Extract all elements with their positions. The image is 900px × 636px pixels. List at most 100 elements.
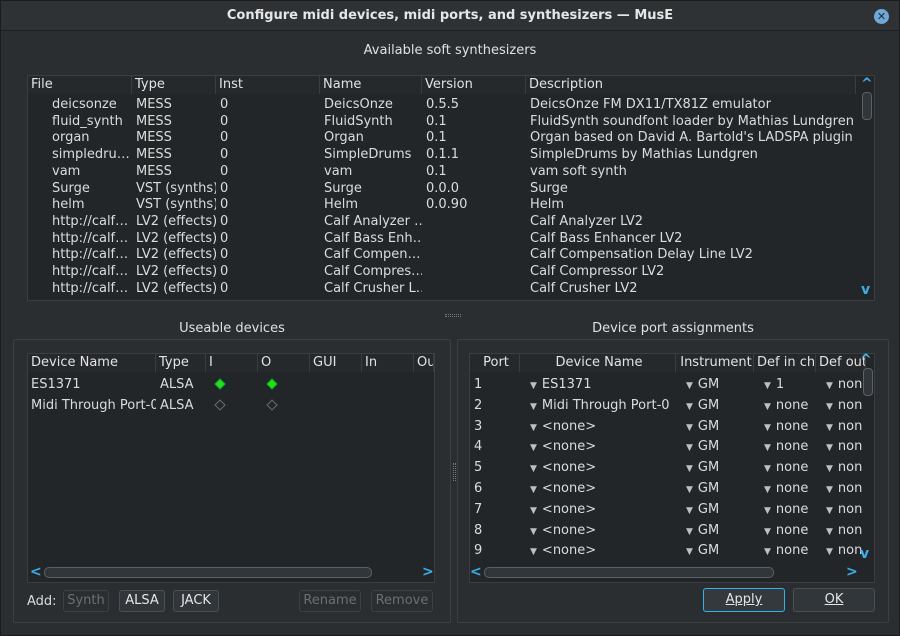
dropdown-arrow-icon[interactable]: ▼ — [686, 527, 693, 537]
port-cell[interactable]: ▼ GM — [676, 438, 754, 455]
dropdown-arrow-icon[interactable]: ▼ — [686, 443, 693, 453]
port-cell[interactable]: ▼ none — [754, 542, 816, 559]
dropdown-arrow-icon[interactable]: ▼ — [530, 402, 537, 412]
dropdown-arrow-icon[interactable]: ▼ — [826, 402, 833, 412]
port-cell[interactable]: ▼ non — [816, 480, 866, 497]
table-row[interactable]: helm VST (synths) 0 Helm 0.0.90 Helm — [28, 196, 856, 213]
synth-header-2[interactable]: Inst — [216, 76, 320, 94]
table-row[interactable]: deicsonze MESS 0 DeicsOnze 0.5.5 DeicsOnze FM… — [28, 96, 856, 113]
ports-header-1[interactable]: Device Name — [520, 354, 676, 372]
device-in-toggle[interactable] — [206, 376, 258, 393]
chevron-right-icon[interactable]: > — [422, 564, 434, 580]
add-alsa-button[interactable]: ALSA — [119, 590, 165, 612]
port-cell[interactable]: ▼ <none> — [520, 542, 676, 559]
port-cell[interactable]: ▼ GM — [676, 418, 754, 435]
dropdown-arrow-icon[interactable]: ▼ — [686, 402, 693, 412]
ports-header-3[interactable]: Def in ch — [754, 354, 816, 372]
port-cell[interactable]: ▼ GM — [676, 480, 754, 497]
dropdown-arrow-icon[interactable]: ▼ — [764, 423, 771, 433]
table-row[interactable]: http://calf… LV2 (effects) 0 Calf Compres… C… — [28, 263, 856, 280]
table-row[interactable]: http://calf… LV2 (effects) 0 Calf Analyzer … — [28, 213, 856, 230]
table-row[interactable]: ES1371 ALSA — [28, 376, 310, 396]
table-row[interactable]: 2 ▼ Midi Through Port-0 ▼ GM ▼ none ▼ non — [470, 397, 866, 417]
port-cell[interactable]: ▼ non — [816, 376, 866, 393]
dropdown-arrow-icon[interactable]: ▼ — [764, 464, 771, 474]
synth-header-3[interactable]: Name — [320, 76, 422, 94]
devices-header-3[interactable]: O — [258, 354, 310, 372]
dropdown-arrow-icon[interactable]: ▼ — [686, 464, 693, 474]
dropdown-arrow-icon[interactable]: ▼ — [826, 423, 833, 433]
table-row[interactable]: Surge VST (synths) 0 Surge 0.0.0 Surge — [28, 180, 856, 197]
port-cell[interactable]: ▼ non — [816, 501, 866, 518]
rename-button[interactable]: Rename — [299, 590, 361, 612]
device-out-toggle[interactable] — [258, 376, 310, 393]
port-cell[interactable]: ▼ GM — [676, 397, 754, 414]
port-cell[interactable]: ▼ non — [816, 438, 866, 455]
dropdown-arrow-icon[interactable]: ▼ — [826, 381, 833, 391]
port-cell[interactable]: ▼ GM — [676, 522, 754, 539]
dropdown-arrow-icon[interactable]: ▼ — [530, 464, 537, 474]
port-cell[interactable]: ▼ <none> — [520, 418, 676, 435]
port-cell[interactable]: ▼ <none> — [520, 459, 676, 476]
port-cell[interactable]: ▼ GM — [676, 501, 754, 518]
port-cell[interactable]: ▼ <none> — [520, 501, 676, 518]
splitter-handle[interactable] — [445, 314, 461, 317]
add-synth-button[interactable]: Synth — [63, 590, 109, 612]
dropdown-arrow-icon[interactable]: ▼ — [764, 485, 771, 495]
port-cell[interactable]: ▼ none — [754, 501, 816, 518]
table-row[interactable]: 9 ▼ <none> ▼ GM ▼ none ▼ non — [470, 542, 866, 562]
port-cell[interactable]: ▼ non — [816, 418, 866, 435]
synth-header-4[interactable]: Version — [422, 76, 526, 94]
table-row[interactable]: 7 ▼ <none> ▼ GM ▼ none ▼ non — [470, 501, 866, 521]
chevron-up-icon[interactable]: ^ — [861, 76, 873, 92]
port-cell[interactable]: ▼ non — [816, 459, 866, 476]
device-in-toggle[interactable] — [206, 397, 258, 414]
dropdown-arrow-icon[interactable]: ▼ — [826, 443, 833, 453]
chevron-up-icon[interactable]: ^ — [860, 352, 872, 368]
devices-header-5[interactable]: In — [362, 354, 414, 372]
add-jack-button[interactable]: JACK — [173, 590, 219, 612]
dropdown-arrow-icon[interactable]: ▼ — [530, 381, 537, 391]
dropdown-arrow-icon[interactable]: ▼ — [826, 527, 833, 537]
chevron-down-icon[interactable]: v — [861, 282, 870, 298]
remove-button[interactable]: Remove — [371, 590, 433, 612]
device-out-toggle[interactable] — [258, 397, 310, 414]
dropdown-arrow-icon[interactable]: ▼ — [530, 547, 537, 557]
table-row[interactable]: simpledru… MESS 0 SimpleDrums 0.1.1 SimpleDru… — [28, 146, 856, 163]
port-cell[interactable]: ▼ Midi Through Port-0 — [520, 397, 676, 414]
table-row[interactable]: 3 ▼ <none> ▼ GM ▼ none ▼ non — [470, 418, 866, 438]
table-row[interactable]: 4 ▼ <none> ▼ GM ▼ none ▼ non — [470, 438, 866, 458]
port-cell[interactable]: ▼ GM — [676, 376, 754, 393]
dropdown-arrow-icon[interactable]: ▼ — [530, 506, 537, 516]
dropdown-arrow-icon[interactable]: ▼ — [530, 443, 537, 453]
port-cell[interactable]: ▼ none — [754, 522, 816, 539]
chevron-left-icon[interactable]: < — [470, 564, 482, 580]
port-cell[interactable]: ▼ 1 — [754, 376, 816, 393]
apply-button[interactable]: Apply — [703, 588, 785, 612]
dropdown-arrow-icon[interactable]: ▼ — [686, 547, 693, 557]
dropdown-arrow-icon[interactable]: ▼ — [686, 381, 693, 391]
dropdown-arrow-icon[interactable]: ▼ — [764, 547, 771, 557]
synth-header-5[interactable]: Description — [526, 76, 856, 94]
dropdown-arrow-icon[interactable]: ▼ — [826, 485, 833, 495]
dropdown-arrow-icon[interactable]: ▼ — [826, 547, 833, 557]
dropdown-arrow-icon[interactable]: ▼ — [686, 485, 693, 495]
port-cell[interactable]: ▼ non — [816, 522, 866, 539]
port-cell[interactable]: ▼ non — [816, 397, 866, 414]
dropdown-arrow-icon[interactable]: ▼ — [764, 402, 771, 412]
port-cell[interactable]: ▼ ES1371 — [520, 376, 676, 393]
port-cell[interactable]: ▼ none — [754, 459, 816, 476]
table-row[interactable]: http://calf… LV2 (effects) 0 Calf Bass Enh…… — [28, 230, 856, 247]
devices-header-2[interactable]: I — [206, 354, 258, 372]
dropdown-arrow-icon[interactable]: ▼ — [530, 485, 537, 495]
ports-vscroll-thumb[interactable] — [863, 368, 873, 396]
table-row[interactable]: Midi Through Port-0 ALSA — [28, 397, 310, 417]
ok-button[interactable]: OK — [793, 588, 875, 612]
table-row[interactable]: 6 ▼ <none> ▼ GM ▼ none ▼ non — [470, 480, 866, 500]
devices-header-6[interactable]: Ou — [414, 354, 434, 372]
port-cell[interactable]: ▼ none — [754, 480, 816, 497]
dropdown-arrow-icon[interactable]: ▼ — [826, 464, 833, 474]
table-row[interactable]: vam MESS 0 vam 0.1 vam soft synth — [28, 163, 856, 180]
chevron-left-icon[interactable]: < — [30, 564, 42, 580]
dropdown-arrow-icon[interactable]: ▼ — [686, 506, 693, 516]
